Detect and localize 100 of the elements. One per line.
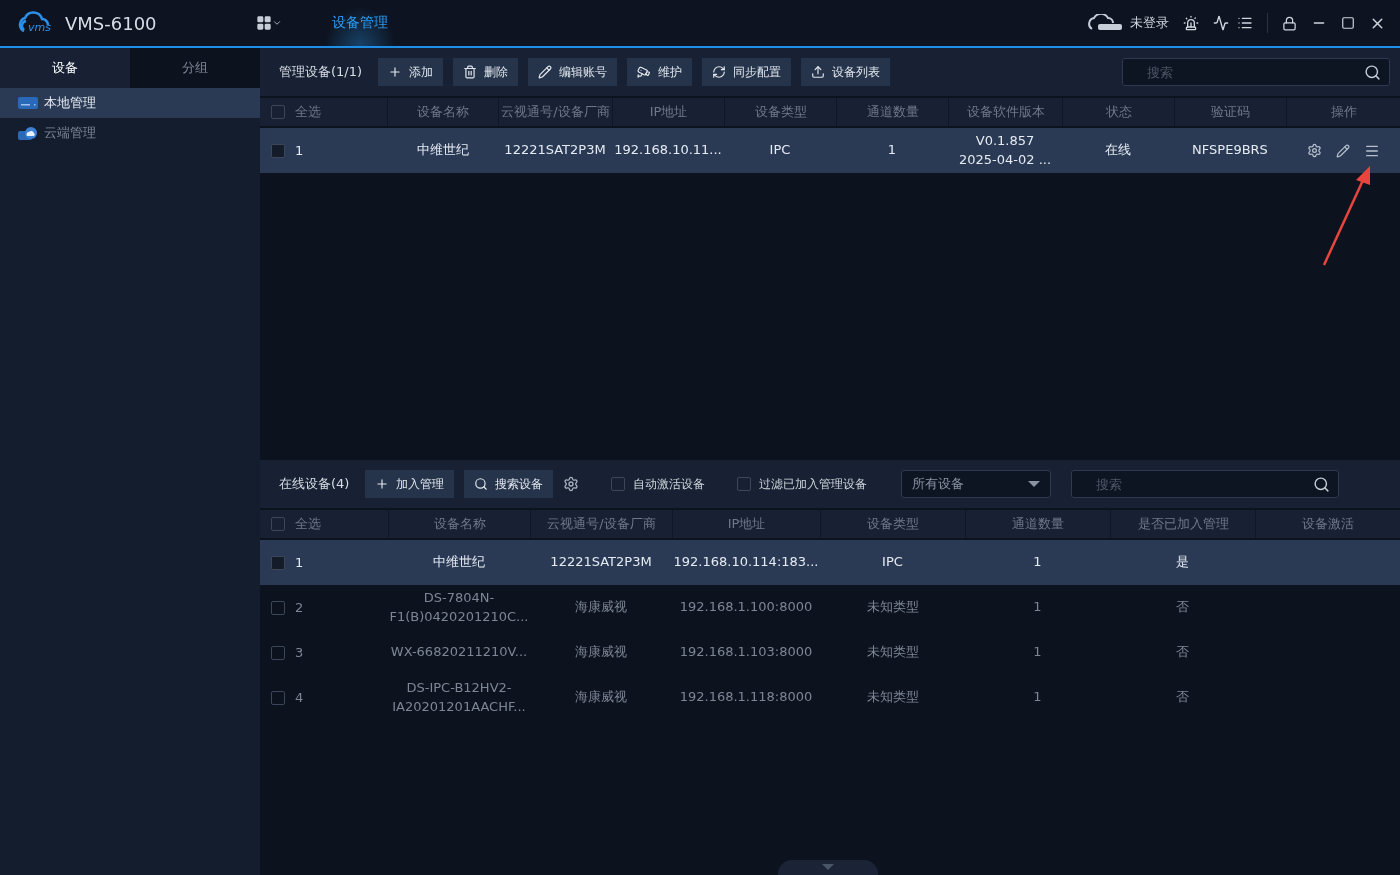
trash-icon bbox=[463, 65, 478, 79]
refresh-icon bbox=[712, 65, 727, 79]
table-cell-text: IPC bbox=[881, 553, 904, 572]
table-cell: 3 bbox=[295, 645, 304, 660]
panel-title: 在线设备(4) bbox=[279, 475, 350, 493]
table-cell-text: 192.168.1.100:8000 bbox=[678, 598, 814, 617]
search-field[interactable]: 搜索 bbox=[1071, 470, 1340, 498]
column-header: 设备类型 bbox=[820, 510, 965, 538]
checkbox[interactable] bbox=[271, 645, 285, 660]
table-cell-text: 海康威视 bbox=[574, 598, 628, 617]
table-cell-text: IPC bbox=[768, 141, 792, 160]
device-filter-dropdown[interactable]: 所有设备 bbox=[901, 470, 1052, 498]
toolbar-button[interactable]: 加入管理 bbox=[365, 470, 455, 498]
logo-text: vms bbox=[28, 20, 51, 34]
search-field[interactable]: 搜索 bbox=[1122, 58, 1390, 86]
column-header: 设备名称 bbox=[387, 98, 498, 126]
toolbar-button[interactable]: 维护 bbox=[627, 58, 693, 86]
table-cell-text: 1 bbox=[1032, 598, 1043, 617]
app-name: VMS-6100 bbox=[64, 12, 157, 34]
table-cell-text: 未知类型 bbox=[865, 688, 920, 707]
maximize-icon[interactable] bbox=[1341, 16, 1355, 30]
checkbox[interactable] bbox=[737, 477, 752, 491]
table-cell-text: 在线 bbox=[1104, 141, 1132, 160]
login-status[interactable]: 未登录 bbox=[1130, 14, 1169, 32]
pencil-icon bbox=[538, 65, 553, 79]
toolbar-button[interactable]: 搜索设备 bbox=[464, 470, 554, 498]
column-header: 操作 bbox=[1286, 98, 1400, 126]
collapse-handle[interactable] bbox=[778, 860, 878, 875]
table-cell-text: 1 bbox=[1032, 688, 1043, 707]
table-cell-text: 未知类型 bbox=[865, 643, 920, 662]
settings-icon[interactable] bbox=[1306, 143, 1322, 158]
checkbox[interactable] bbox=[271, 690, 285, 705]
table-cell-text: 192.168.10.114:183... bbox=[672, 553, 820, 572]
settings-icon[interactable] bbox=[563, 476, 580, 492]
column-header: 设备激活 bbox=[1255, 510, 1400, 538]
table-cell-text: 12221SAT2P3M bbox=[549, 553, 653, 572]
search-input[interactable]: 搜索 bbox=[1094, 475, 1314, 493]
table-cell-text: DS-IPC-B12HV2- IA20201201AACHF... bbox=[391, 679, 527, 716]
sidebar-item[interactable]: 本地管理 bbox=[0, 88, 260, 118]
checkbox[interactable] bbox=[271, 143, 285, 158]
upload-icon bbox=[811, 65, 826, 79]
apps-grid-icon[interactable] bbox=[256, 15, 282, 31]
column-header: 是否已加入管理 bbox=[1110, 510, 1255, 538]
checkbox[interactable] bbox=[271, 555, 285, 570]
search-icon bbox=[1364, 63, 1381, 81]
pencil-icon[interactable] bbox=[1335, 143, 1350, 158]
table-cell-text: 否 bbox=[1175, 688, 1190, 707]
table-cell-text: 1 bbox=[1032, 553, 1043, 572]
table-cell-text: 海康威视 bbox=[574, 688, 628, 707]
column-header: 设备名称 bbox=[388, 510, 530, 538]
table-cell-text: 未知类型 bbox=[865, 598, 920, 617]
column-header: 设备软件版本 bbox=[948, 98, 1062, 126]
table-row[interactable]: 1 中维世纪 12221SAT2P3M 192.168.10.114:183... IPC 1 是 bbox=[260, 540, 1400, 585]
column-header: 状态 bbox=[1062, 98, 1174, 126]
table-cell-text: DS-7804N- F1(B)0420201210C... bbox=[388, 589, 530, 626]
caret-icon bbox=[1028, 481, 1041, 487]
toolbar-button[interactable]: 添加 bbox=[378, 58, 444, 86]
column-header: 通道数量 bbox=[836, 98, 948, 126]
sidebar-item[interactable]: 云端管理 bbox=[0, 118, 260, 148]
camera-icon bbox=[637, 65, 652, 79]
sidebar-tab[interactable]: 分组 bbox=[130, 48, 260, 88]
plus-icon bbox=[375, 477, 390, 491]
server-icon bbox=[18, 97, 38, 109]
table-cell-text: 1 bbox=[1032, 643, 1043, 662]
list-icon[interactable] bbox=[1237, 15, 1253, 31]
table-cell-text: 否 bbox=[1175, 643, 1190, 662]
toolbar-button[interactable]: 设备列表 bbox=[801, 58, 891, 86]
checkbox[interactable] bbox=[271, 517, 285, 531]
table-cell-text: 中维世纪 bbox=[432, 553, 486, 572]
toolbar-button[interactable]: 同步配置 bbox=[702, 58, 792, 86]
column-header: 云视通号/设备厂商 bbox=[498, 98, 612, 126]
pulse-icon[interactable] bbox=[1213, 15, 1229, 31]
search-icon bbox=[474, 477, 489, 491]
table-cell-text: 12221SAT2P3M bbox=[503, 141, 607, 160]
table-cell-text: NFSPE9BRS bbox=[1191, 141, 1269, 160]
lock-icon[interactable] bbox=[1282, 15, 1297, 31]
search-icon bbox=[1313, 475, 1331, 493]
cloud-icon bbox=[18, 126, 38, 140]
checkbox[interactable] bbox=[271, 105, 285, 119]
table-cell-text: V0.1.857 2025-04-02 ... bbox=[957, 132, 1053, 169]
column-header: IP地址 bbox=[612, 98, 724, 126]
alarm-icon[interactable] bbox=[1183, 15, 1199, 31]
checkbox[interactable] bbox=[611, 477, 626, 491]
table-row[interactable]: 1 中维世纪 12221SAT2P3M 192.168.10.11... IPC 1 V0.1.857 2025-04-02 ... 在线 NFSPE9BRS bbox=[260, 128, 1400, 173]
select-all-label: 全选 bbox=[295, 103, 321, 121]
column-header: 验证码 bbox=[1174, 98, 1286, 126]
toolbar-button[interactable]: 编辑账号 bbox=[528, 58, 618, 86]
table-cell-text: 否 bbox=[1175, 598, 1190, 617]
column-header: 云视通号/设备厂商 bbox=[530, 510, 672, 538]
search-input[interactable]: 搜索 bbox=[1145, 63, 1364, 81]
table-cell-text: 192.168.1.103:8000 bbox=[678, 643, 814, 662]
table-cell: 1 bbox=[295, 143, 304, 158]
table-cell-text: 192.168.10.11... bbox=[613, 141, 723, 160]
sidebar-tab[interactable]: 设备 bbox=[0, 48, 130, 88]
table-cell-text: 1 bbox=[886, 141, 898, 160]
table-cell-text: 中维世纪 bbox=[415, 141, 470, 160]
table-cell-text: 是 bbox=[1175, 553, 1190, 572]
column-header: 通道数量 bbox=[965, 510, 1110, 538]
toolbar-button[interactable]: 删除 bbox=[453, 58, 519, 86]
checkbox[interactable] bbox=[271, 600, 285, 615]
